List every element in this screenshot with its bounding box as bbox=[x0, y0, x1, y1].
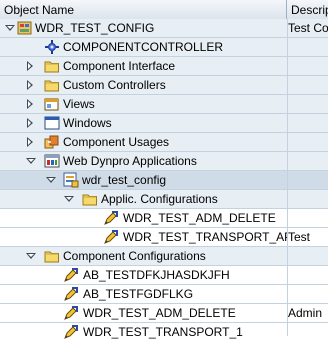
component-usage-icon bbox=[44, 135, 59, 149]
views-icon bbox=[44, 98, 59, 111]
tree-node-label[interactable]: Views bbox=[63, 95, 95, 114]
table-header: Object Name Descrip bbox=[0, 0, 328, 20]
tree-row-wdr-test-config-app[interactable]: wdr_test_config bbox=[0, 171, 328, 190]
configuration-icon bbox=[64, 325, 78, 339]
tree-row-applic-configurations[interactable]: Applic. Configurations bbox=[0, 190, 328, 209]
tree-node-label[interactable]: wdr_test_config bbox=[82, 171, 166, 190]
tree-row-ab-testdfk[interactable]: AB_TESTDFKJHASDKJFH bbox=[0, 266, 328, 285]
expand-toggle-icon[interactable] bbox=[46, 177, 56, 183]
configuration-icon bbox=[64, 268, 78, 282]
column-header-object-name[interactable]: Object Name bbox=[0, 0, 287, 19]
tree-node-label[interactable]: Windows bbox=[63, 114, 112, 133]
tree-node-label[interactable]: Component Configurations bbox=[63, 247, 206, 266]
tree-row-root[interactable]: WDR_TEST_CONFIG Test Co bbox=[0, 19, 328, 38]
tree-node-label[interactable]: Component Usages bbox=[63, 133, 169, 152]
tree-row-component-usages[interactable]: Component Usages bbox=[0, 133, 328, 152]
expand-toggle-icon[interactable] bbox=[5, 25, 15, 31]
column-header-description[interactable]: Descrip bbox=[287, 0, 328, 19]
tree-node-label[interactable]: WDR_TEST_CONFIG bbox=[35, 19, 154, 38]
tree-node-label[interactable]: Applic. Configurations bbox=[101, 190, 218, 209]
expand-toggle-icon[interactable] bbox=[26, 253, 36, 259]
column-divider[interactable] bbox=[287, 19, 288, 336]
tree-row-component-interface[interactable]: Component Interface bbox=[0, 57, 328, 76]
expand-toggle-icon[interactable] bbox=[64, 196, 74, 202]
tree-node-description: Test Co bbox=[288, 21, 328, 35]
component-icon bbox=[17, 21, 32, 35]
tree-row-adm-delete-app-config[interactable]: WDR_TEST_ADM_DELETE bbox=[0, 209, 328, 228]
tree-row-windows[interactable]: Windows bbox=[0, 114, 328, 133]
controller-icon bbox=[44, 39, 60, 55]
tree-row-transport-comp-config[interactable]: WDR_TEST_TRANSPORT_1 bbox=[0, 323, 328, 339]
tree-node-label[interactable]: Component Interface bbox=[63, 57, 175, 76]
tree-row-transport-app-config[interactable]: WDR_TEST_TRANSPORT_AP Test bbox=[0, 228, 328, 247]
tree-row-custom-controllers[interactable]: Custom Controllers bbox=[0, 76, 328, 95]
tree-node-description: Admin bbox=[288, 306, 323, 320]
tree-row-ab-testfgd[interactable]: AB_TESTFGDFLKG bbox=[0, 285, 328, 304]
tree-node-description: Test bbox=[288, 230, 311, 244]
configuration-icon bbox=[104, 211, 118, 225]
tree-row-componentcontroller[interactable]: COMPONENTCONTROLLER bbox=[0, 38, 328, 57]
tree-node-label[interactable]: WDR_TEST_ADM_DELETE bbox=[123, 209, 276, 228]
tree-row-component-configurations[interactable]: Component Configurations bbox=[0, 247, 328, 266]
tree-row-adm-delete-comp-config[interactable]: WDR_TEST_ADM_DELETE Admin bbox=[0, 304, 328, 323]
folder-open-icon bbox=[44, 251, 59, 263]
tree-node-label[interactable]: AB_TESTDFKJHASDKJFH bbox=[83, 266, 230, 285]
tree-node-label[interactable]: COMPONENTCONTROLLER bbox=[63, 38, 223, 57]
expand-toggle-icon[interactable] bbox=[27, 118, 33, 128]
configuration-icon bbox=[64, 287, 78, 301]
tree-node-label[interactable]: WDR_TEST_ADM_DELETE bbox=[83, 304, 236, 323]
tree-node-label[interactable]: Web Dynpro Applications bbox=[63, 152, 197, 171]
application-icon bbox=[63, 172, 79, 188]
folder-icon bbox=[44, 80, 59, 92]
tree-node-label[interactable]: Custom Controllers bbox=[63, 76, 166, 95]
tree-row-views[interactable]: Views bbox=[0, 95, 328, 114]
expand-toggle-icon[interactable] bbox=[27, 61, 33, 71]
tree-node-label[interactable]: AB_TESTFGDFLKG bbox=[83, 285, 193, 304]
folder-icon bbox=[44, 61, 59, 73]
applications-icon bbox=[44, 154, 60, 168]
expand-toggle-icon[interactable] bbox=[26, 158, 36, 164]
folder-open-icon bbox=[82, 194, 97, 206]
window-icon bbox=[44, 116, 60, 130]
tree-node-label[interactable]: WDR_TEST_TRANSPORT_1 bbox=[83, 323, 243, 342]
tree-node-label[interactable]: WDR_TEST_TRANSPORT_AP bbox=[123, 228, 287, 247]
configuration-icon bbox=[104, 230, 118, 244]
configuration-icon bbox=[64, 306, 78, 320]
expand-toggle-icon[interactable] bbox=[27, 99, 33, 109]
expand-toggle-icon[interactable] bbox=[27, 80, 33, 90]
expand-toggle-icon[interactable] bbox=[27, 137, 33, 147]
tree-row-web-dynpro-applications[interactable]: Web Dynpro Applications bbox=[0, 152, 328, 171]
